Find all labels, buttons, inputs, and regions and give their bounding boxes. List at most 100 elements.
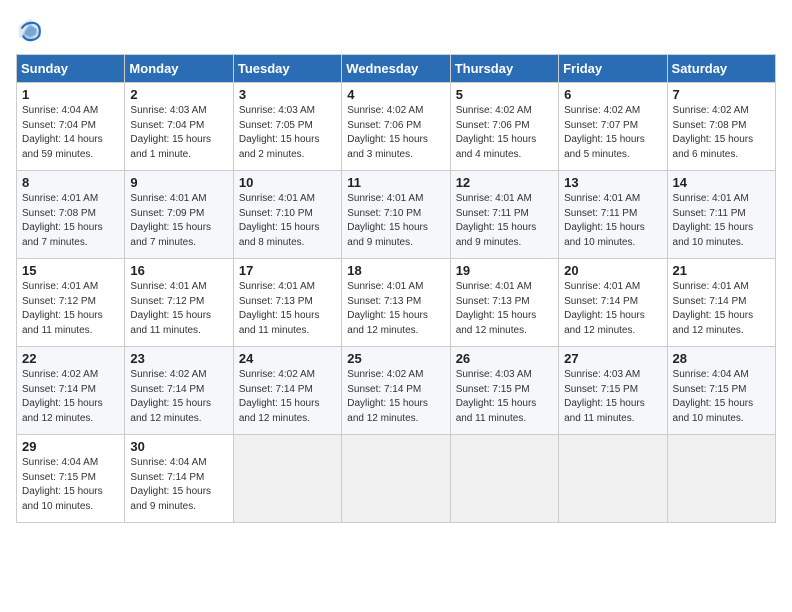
cell-info: Sunrise: 4:01 AMSunset: 7:13 PMDaylight:… <box>456 281 537 336</box>
day-number: 3 <box>239 87 336 102</box>
day-number: 2 <box>130 87 227 102</box>
table-cell: 24 Sunrise: 4:02 AMSunset: 7:14 PMDaylig… <box>233 347 341 435</box>
calendar-row: 1 Sunrise: 4:04 AMSunset: 7:04 PMDayligh… <box>17 83 776 171</box>
cell-info: Sunrise: 4:02 AMSunset: 7:06 PMDaylight:… <box>456 105 537 160</box>
day-number: 10 <box>239 175 336 190</box>
cell-info: Sunrise: 4:03 AMSunset: 7:04 PMDaylight:… <box>130 105 211 160</box>
table-cell: 10 Sunrise: 4:01 AMSunset: 7:10 PMDaylig… <box>233 171 341 259</box>
table-cell: 18 Sunrise: 4:01 AMSunset: 7:13 PMDaylig… <box>342 259 450 347</box>
cell-info: Sunrise: 4:01 AMSunset: 7:14 PMDaylight:… <box>564 281 645 336</box>
day-number: 8 <box>22 175 119 190</box>
table-cell: 2 Sunrise: 4:03 AMSunset: 7:04 PMDayligh… <box>125 83 233 171</box>
table-cell: 21 Sunrise: 4:01 AMSunset: 7:14 PMDaylig… <box>667 259 775 347</box>
header-tuesday: Tuesday <box>233 55 341 83</box>
day-number: 24 <box>239 351 336 366</box>
table-cell: 15 Sunrise: 4:01 AMSunset: 7:12 PMDaylig… <box>17 259 125 347</box>
calendar-table: Sunday Monday Tuesday Wednesday Thursday… <box>16 54 776 523</box>
day-number: 21 <box>673 263 770 278</box>
header-sunday: Sunday <box>17 55 125 83</box>
table-cell: 3 Sunrise: 4:03 AMSunset: 7:05 PMDayligh… <box>233 83 341 171</box>
calendar-row: 29 Sunrise: 4:04 AMSunset: 7:15 PMDaylig… <box>17 435 776 523</box>
cell-info: Sunrise: 4:01 AMSunset: 7:12 PMDaylight:… <box>22 281 103 336</box>
table-cell: 27 Sunrise: 4:03 AMSunset: 7:15 PMDaylig… <box>559 347 667 435</box>
day-number: 15 <box>22 263 119 278</box>
cell-info: Sunrise: 4:02 AMSunset: 7:06 PMDaylight:… <box>347 105 428 160</box>
day-number: 16 <box>130 263 227 278</box>
table-cell: 30 Sunrise: 4:04 AMSunset: 7:14 PMDaylig… <box>125 435 233 523</box>
page-header <box>16 16 776 44</box>
cell-info: Sunrise: 4:01 AMSunset: 7:11 PMDaylight:… <box>456 193 537 248</box>
cell-info: Sunrise: 4:04 AMSunset: 7:04 PMDaylight:… <box>22 105 103 160</box>
table-cell: 16 Sunrise: 4:01 AMSunset: 7:12 PMDaylig… <box>125 259 233 347</box>
table-cell: 12 Sunrise: 4:01 AMSunset: 7:11 PMDaylig… <box>450 171 558 259</box>
day-number: 22 <box>22 351 119 366</box>
day-number: 11 <box>347 175 444 190</box>
table-cell: 22 Sunrise: 4:02 AMSunset: 7:14 PMDaylig… <box>17 347 125 435</box>
calendar-row: 22 Sunrise: 4:02 AMSunset: 7:14 PMDaylig… <box>17 347 776 435</box>
weekday-header-row: Sunday Monday Tuesday Wednesday Thursday… <box>17 55 776 83</box>
cell-info: Sunrise: 4:02 AMSunset: 7:14 PMDaylight:… <box>239 369 320 424</box>
cell-info: Sunrise: 4:04 AMSunset: 7:15 PMDaylight:… <box>22 457 103 512</box>
cell-info: Sunrise: 4:01 AMSunset: 7:11 PMDaylight:… <box>673 193 754 248</box>
table-cell <box>559 435 667 523</box>
table-cell <box>667 435 775 523</box>
cell-info: Sunrise: 4:01 AMSunset: 7:10 PMDaylight:… <box>239 193 320 248</box>
day-number: 7 <box>673 87 770 102</box>
day-number: 27 <box>564 351 661 366</box>
cell-info: Sunrise: 4:02 AMSunset: 7:14 PMDaylight:… <box>347 369 428 424</box>
cell-info: Sunrise: 4:02 AMSunset: 7:08 PMDaylight:… <box>673 105 754 160</box>
cell-info: Sunrise: 4:02 AMSunset: 7:14 PMDaylight:… <box>22 369 103 424</box>
calendar-row: 15 Sunrise: 4:01 AMSunset: 7:12 PMDaylig… <box>17 259 776 347</box>
header-saturday: Saturday <box>667 55 775 83</box>
table-cell: 26 Sunrise: 4:03 AMSunset: 7:15 PMDaylig… <box>450 347 558 435</box>
cell-info: Sunrise: 4:03 AMSunset: 7:15 PMDaylight:… <box>456 369 537 424</box>
day-number: 14 <box>673 175 770 190</box>
table-cell: 19 Sunrise: 4:01 AMSunset: 7:13 PMDaylig… <box>450 259 558 347</box>
header-monday: Monday <box>125 55 233 83</box>
header-wednesday: Wednesday <box>342 55 450 83</box>
cell-info: Sunrise: 4:04 AMSunset: 7:15 PMDaylight:… <box>673 369 754 424</box>
table-cell: 14 Sunrise: 4:01 AMSunset: 7:11 PMDaylig… <box>667 171 775 259</box>
table-cell: 4 Sunrise: 4:02 AMSunset: 7:06 PMDayligh… <box>342 83 450 171</box>
cell-info: Sunrise: 4:03 AMSunset: 7:15 PMDaylight:… <box>564 369 645 424</box>
cell-info: Sunrise: 4:01 AMSunset: 7:08 PMDaylight:… <box>22 193 103 248</box>
calendar-row: 8 Sunrise: 4:01 AMSunset: 7:08 PMDayligh… <box>17 171 776 259</box>
cell-info: Sunrise: 4:02 AMSunset: 7:07 PMDaylight:… <box>564 105 645 160</box>
day-number: 9 <box>130 175 227 190</box>
table-cell: 1 Sunrise: 4:04 AMSunset: 7:04 PMDayligh… <box>17 83 125 171</box>
cell-info: Sunrise: 4:01 AMSunset: 7:10 PMDaylight:… <box>347 193 428 248</box>
header-friday: Friday <box>559 55 667 83</box>
table-cell <box>342 435 450 523</box>
day-number: 6 <box>564 87 661 102</box>
table-cell: 20 Sunrise: 4:01 AMSunset: 7:14 PMDaylig… <box>559 259 667 347</box>
day-number: 17 <box>239 263 336 278</box>
day-number: 1 <box>22 87 119 102</box>
day-number: 19 <box>456 263 553 278</box>
cell-info: Sunrise: 4:04 AMSunset: 7:14 PMDaylight:… <box>130 457 211 512</box>
table-cell: 7 Sunrise: 4:02 AMSunset: 7:08 PMDayligh… <box>667 83 775 171</box>
day-number: 13 <box>564 175 661 190</box>
cell-info: Sunrise: 4:01 AMSunset: 7:11 PMDaylight:… <box>564 193 645 248</box>
generalblue-icon <box>16 16 44 44</box>
table-cell <box>233 435 341 523</box>
cell-info: Sunrise: 4:01 AMSunset: 7:12 PMDaylight:… <box>130 281 211 336</box>
cell-info: Sunrise: 4:01 AMSunset: 7:13 PMDaylight:… <box>347 281 428 336</box>
day-number: 18 <box>347 263 444 278</box>
day-number: 28 <box>673 351 770 366</box>
table-cell: 29 Sunrise: 4:04 AMSunset: 7:15 PMDaylig… <box>17 435 125 523</box>
logo <box>16 16 46 44</box>
table-cell: 5 Sunrise: 4:02 AMSunset: 7:06 PMDayligh… <box>450 83 558 171</box>
cell-info: Sunrise: 4:01 AMSunset: 7:14 PMDaylight:… <box>673 281 754 336</box>
table-cell: 6 Sunrise: 4:02 AMSunset: 7:07 PMDayligh… <box>559 83 667 171</box>
day-number: 30 <box>130 439 227 454</box>
day-number: 5 <box>456 87 553 102</box>
day-number: 12 <box>456 175 553 190</box>
cell-info: Sunrise: 4:02 AMSunset: 7:14 PMDaylight:… <box>130 369 211 424</box>
table-cell: 23 Sunrise: 4:02 AMSunset: 7:14 PMDaylig… <box>125 347 233 435</box>
day-number: 23 <box>130 351 227 366</box>
table-cell: 9 Sunrise: 4:01 AMSunset: 7:09 PMDayligh… <box>125 171 233 259</box>
table-cell <box>450 435 558 523</box>
header-thursday: Thursday <box>450 55 558 83</box>
table-cell: 17 Sunrise: 4:01 AMSunset: 7:13 PMDaylig… <box>233 259 341 347</box>
table-cell: 11 Sunrise: 4:01 AMSunset: 7:10 PMDaylig… <box>342 171 450 259</box>
